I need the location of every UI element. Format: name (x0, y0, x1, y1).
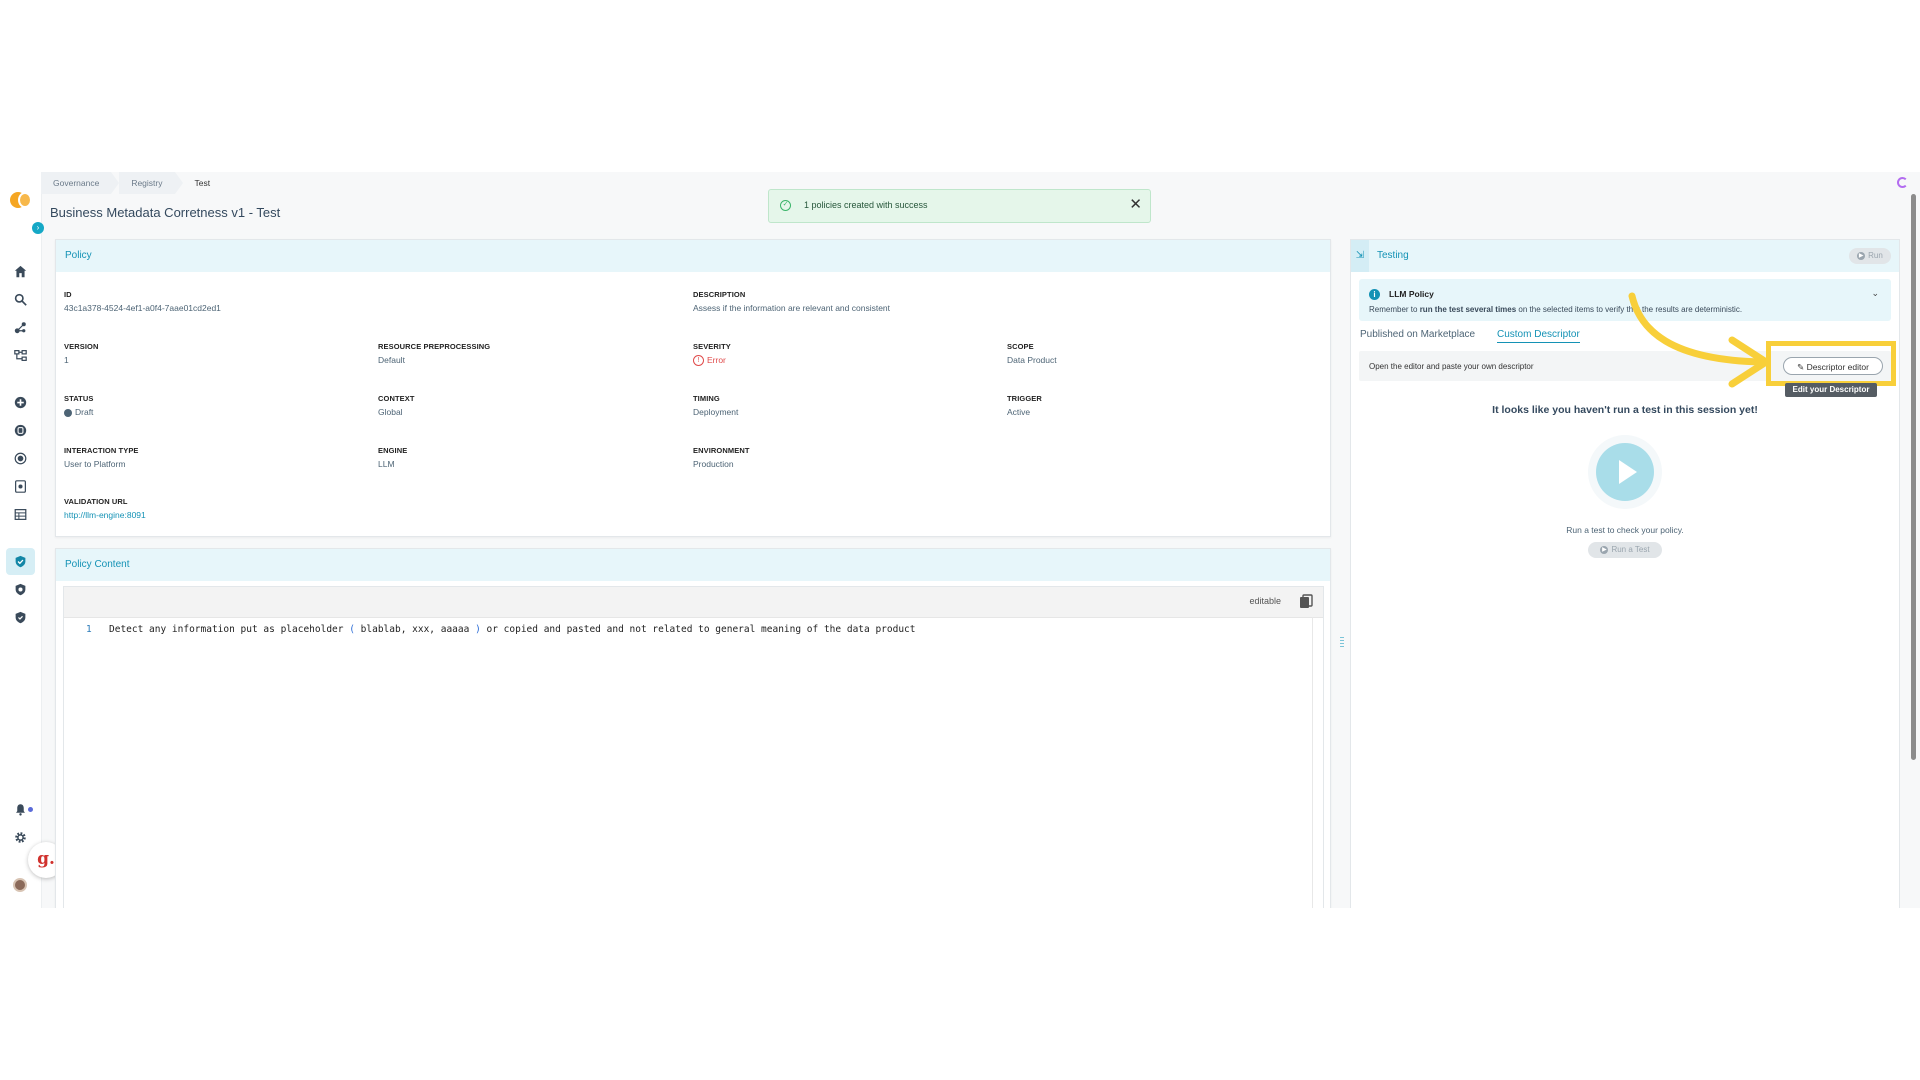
empty-state-title: It looks like you haven't run a test in … (1492, 404, 1758, 416)
user-avatar[interactable] (13, 878, 27, 892)
tab-custom-descriptor[interactable]: Custom Descriptor (1497, 329, 1580, 343)
severity-value: Error (707, 355, 726, 365)
panel-resize-handle[interactable] (1340, 637, 1344, 649)
testing-title: Testing (1377, 250, 1409, 261)
bell-icon[interactable] (13, 802, 28, 817)
field-validation-url: VALIDATION URL http://llm-engine:8091 (64, 497, 146, 520)
info-title: LLM Policy (1389, 289, 1434, 299)
toast-message: 1 policies created with success (804, 200, 928, 210)
field-description: DESCRIPTION Assess if the information ar… (693, 290, 891, 313)
field-environment: ENVIRONMENT Production (693, 446, 750, 469)
plus-icon[interactable] (13, 395, 28, 410)
policy-card: Policy ID 43c1a378-4524-4ef1-a0f4-7aae01… (55, 239, 1331, 537)
breadcrumb-registry[interactable]: Registry (119, 172, 183, 194)
editor-ruler (1312, 617, 1313, 908)
notification-dot (28, 807, 33, 812)
shield-icon[interactable] (13, 582, 28, 597)
error-icon: ! (693, 355, 704, 367)
toast-close-icon[interactable]: ✕ (1129, 195, 1142, 213)
play-small-icon: ▶ (1600, 545, 1609, 554)
app-screen: › g. Governance Registry Test Business M… (0, 172, 1920, 908)
field-engine: ENGINE LLM (378, 446, 408, 469)
edit-descriptor-tooltip: Edit your Descriptor (1785, 383, 1877, 397)
breadcrumb: Governance Registry Test (41, 172, 230, 194)
check-circle-icon: ✓ (780, 200, 791, 211)
editor-toolbar: editable (64, 587, 1323, 618)
field-scope: SCOPE Data Product (1007, 342, 1057, 365)
breadcrumb-governance[interactable]: Governance (41, 172, 120, 194)
shield-check-icon[interactable] (6, 548, 35, 575)
field-version: VERSION 1 (64, 342, 99, 365)
search-icon[interactable] (13, 292, 28, 307)
field-trigger: TRIGGER Active (1007, 394, 1042, 417)
page-title: Business Metadata Corretness v1 - Test (50, 205, 281, 220)
policy-card-header: Policy (56, 240, 1330, 272)
line-number: 1 (86, 624, 92, 635)
draft-status-icon (64, 408, 72, 417)
field-status: STATUS Draft (64, 394, 94, 417)
empty-state-subtitle: Run a test to check your policy. (1566, 525, 1684, 535)
app-logo[interactable] (10, 192, 32, 208)
home-icon[interactable] (13, 264, 28, 279)
code-editor[interactable]: editable 1 Detect any information put as… (63, 586, 1324, 908)
play-icon (1596, 443, 1654, 501)
breadcrumb-test: Test (194, 178, 211, 188)
field-context: CONTEXT Global (378, 394, 415, 417)
run-a-test-button[interactable]: ▶ Run a Test (1588, 542, 1662, 558)
play-small-icon: ▶ (1857, 251, 1866, 260)
editor-mode-label: editable (1249, 596, 1281, 606)
tutorial-highlight-box (1766, 341, 1896, 386)
sidebar: › (0, 172, 44, 908)
loading-spinner-icon (1897, 177, 1908, 188)
graph-icon[interactable] (13, 320, 28, 335)
chevron-down-icon[interactable]: ⌄ (1871, 288, 1879, 299)
target-icon[interactable] (13, 451, 28, 466)
tab-published-on-marketplace[interactable]: Published on Marketplace (1360, 329, 1475, 340)
code-text[interactable]: Detect any information put as placeholde… (109, 624, 915, 635)
database-icon[interactable] (13, 423, 28, 438)
gear-icon[interactable] (13, 830, 28, 845)
testing-header: ⇲ Testing ▶ Run (1351, 240, 1899, 272)
sidebar-expand-icon[interactable]: › (32, 222, 44, 234)
table-icon[interactable] (13, 507, 28, 522)
status-value: Draft (75, 407, 94, 417)
field-interaction-type: INTERACTION TYPE User to Platform (64, 446, 139, 469)
run-button[interactable]: ▶ Run (1849, 248, 1891, 264)
info-icon: i (1369, 289, 1380, 300)
field-id: ID 43c1a378-4524-4ef1-a0f4-7aae01cd2ed1 (64, 290, 221, 313)
tutorial-arrow-icon (1628, 292, 1770, 388)
hierarchy-icon[interactable] (13, 348, 28, 363)
descriptor-hint: Open the editor and paste your own descr… (1369, 362, 1534, 371)
field-timing: TIMING Deployment (693, 394, 739, 417)
play-button[interactable] (1588, 435, 1662, 509)
success-toast: ✓ 1 policies created with success ✕ (768, 189, 1151, 223)
copy-icon[interactable] (1299, 594, 1313, 609)
settings-box-icon[interactable] (13, 479, 28, 494)
field-severity: SEVERITY ! Error (693, 342, 731, 367)
page-scrollbar[interactable] (1911, 194, 1916, 908)
collapse-panel-icon[interactable]: ⇲ (1351, 240, 1369, 272)
validation-url-link[interactable]: http://llm-engine:8091 (64, 510, 146, 520)
shield-alt-icon[interactable] (13, 610, 28, 625)
field-resource-preprocessing: RESOURCE PREPROCESSING Default (378, 342, 491, 365)
policy-content-header: Policy Content (56, 549, 1330, 581)
